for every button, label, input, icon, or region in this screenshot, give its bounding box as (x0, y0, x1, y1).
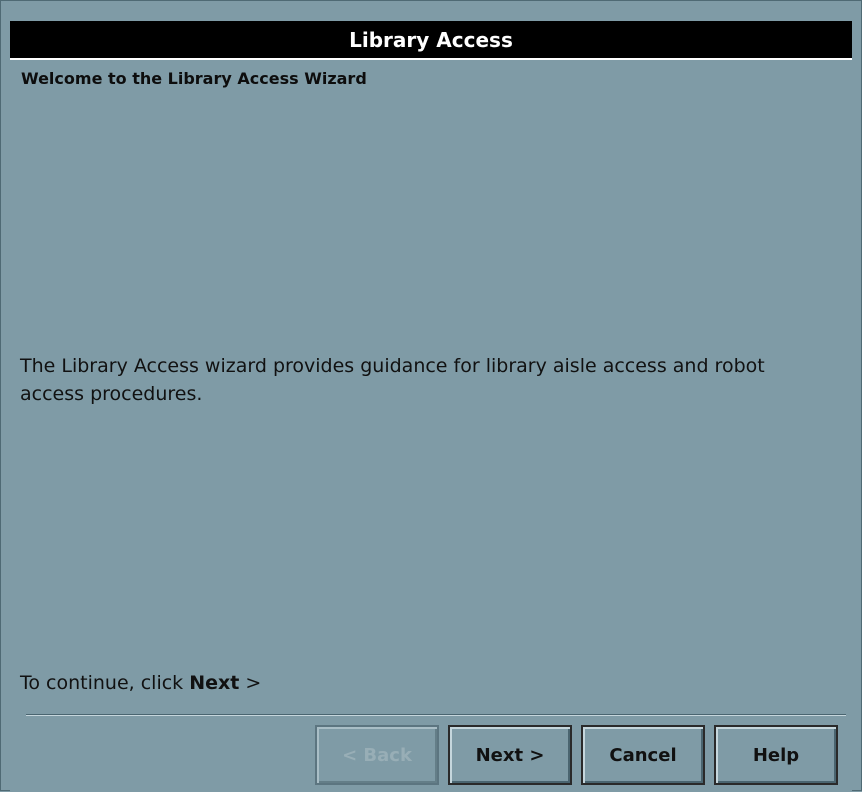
button-divider (26, 714, 846, 716)
continue-action: Next (189, 672, 240, 694)
cancel-button[interactable]: Cancel (581, 725, 705, 785)
wizard-content: Welcome to the Library Access Wizard The… (10, 60, 852, 792)
continue-instruction: To continue, click Next > (20, 672, 261, 694)
library-access-window: Library Access Welcome to the Library Ac… (0, 0, 862, 792)
help-button[interactable]: Help (714, 725, 838, 785)
next-button[interactable]: Next > (448, 725, 572, 785)
wizard-description: The Library Access wizard provides guida… (20, 355, 765, 405)
window-title: Library Access (349, 27, 513, 52)
back-button[interactable]: < Back (315, 725, 439, 785)
window-titlebar[interactable]: Library Access (10, 21, 852, 60)
continue-suffix: > (239, 672, 262, 694)
wizard-heading: Welcome to the Library Access Wizard (21, 69, 367, 88)
continue-prefix: To continue, click (20, 672, 190, 694)
wizard-button-bar: < Back Next > Cancel Help (315, 725, 838, 785)
